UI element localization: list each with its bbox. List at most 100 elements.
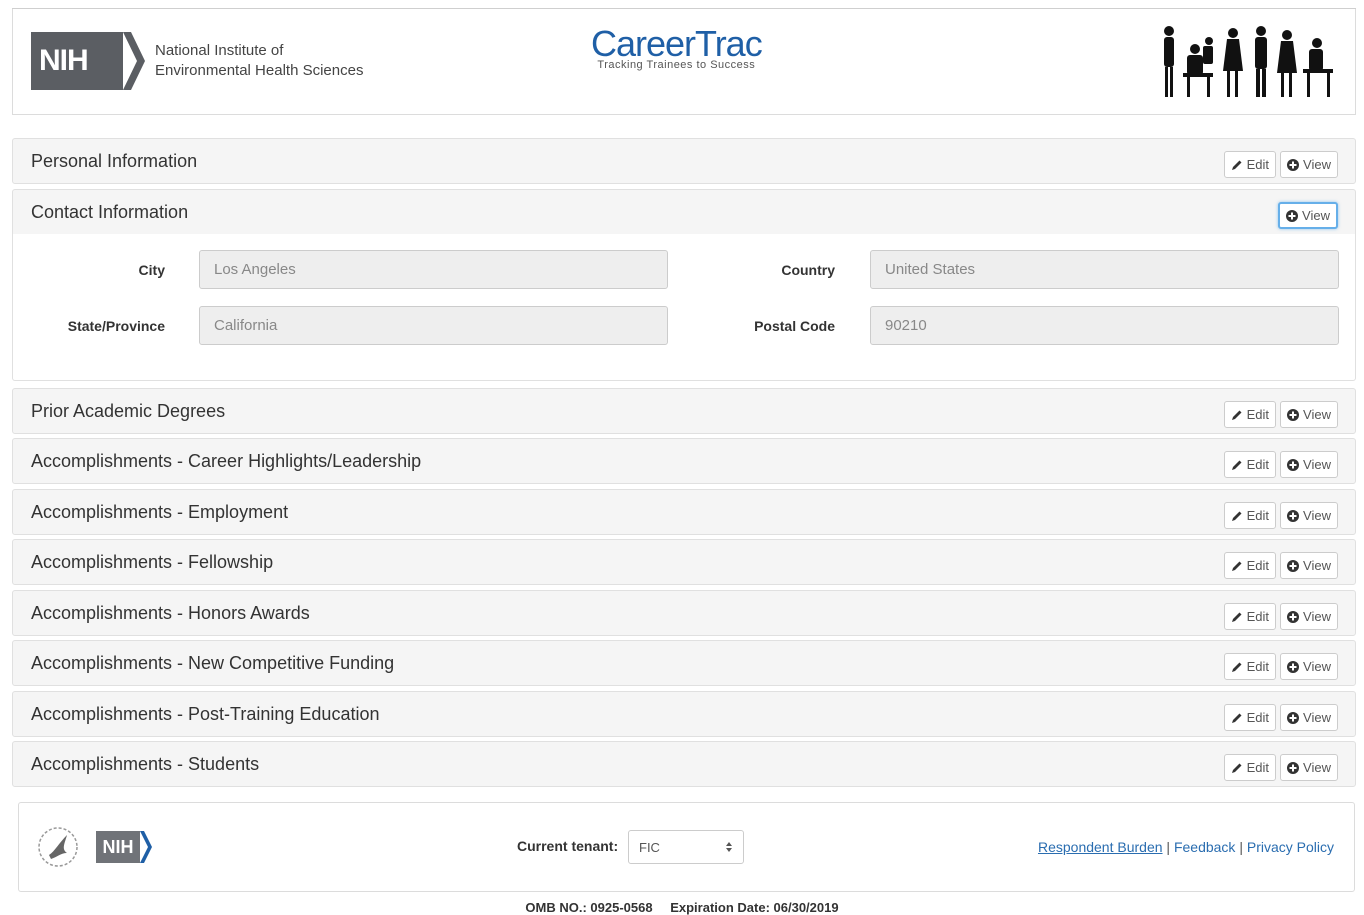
plus-circle-icon bbox=[1287, 408, 1300, 421]
edit-employment-button[interactable]: Edit bbox=[1223, 502, 1277, 529]
view-prior-academic-degrees-button[interactable]: View bbox=[1280, 401, 1338, 428]
view-honors-awards-button[interactable]: View bbox=[1280, 603, 1338, 630]
view-fellowship-button[interactable]: View bbox=[1280, 552, 1338, 579]
view-label: View bbox=[1302, 208, 1330, 223]
city-label: City bbox=[138, 262, 165, 278]
view-label: View bbox=[1303, 760, 1331, 775]
panel-title: Contact Information bbox=[31, 202, 189, 222]
edit-label: Edit bbox=[1246, 659, 1270, 674]
state-province-label: State/Province bbox=[67, 318, 165, 334]
edit-career-highlights-button[interactable]: Edit bbox=[1223, 451, 1277, 478]
pencil-icon bbox=[1231, 763, 1242, 773]
footer-nih-logo[interactable]: NIH bbox=[96, 831, 152, 863]
footer-links: Respondent Burden | Feedback | Privacy P… bbox=[1038, 839, 1334, 855]
panel-honors-awards: Accomplishments - Honors Awards Edit Vie… bbox=[12, 590, 1356, 636]
institute-line2: Environmental Health Sciences bbox=[155, 62, 364, 79]
pencil-icon bbox=[1231, 460, 1242, 470]
panel-title: Accomplishments - Fellowship bbox=[31, 552, 274, 572]
site-header: NIH National Institute of Environmental … bbox=[12, 9, 1356, 115]
pencil-icon bbox=[1231, 612, 1242, 622]
panel-title: Prior Academic Degrees bbox=[31, 401, 226, 421]
panel-title: Accomplishments - Students bbox=[31, 754, 260, 774]
edit-prior-academic-degrees-button[interactable]: Edit bbox=[1223, 401, 1277, 428]
hhs-eagle-icon[interactable] bbox=[37, 825, 79, 869]
plus-circle-icon bbox=[1286, 209, 1299, 222]
edit-honors-awards-button[interactable]: Edit bbox=[1223, 603, 1277, 630]
view-contact-information-button[interactable]: View bbox=[1278, 202, 1338, 229]
panel-prior-academic-degrees: Prior Academic Degrees Edit View bbox=[12, 388, 1356, 434]
edit-label: Edit bbox=[1246, 558, 1270, 573]
view-employment-button[interactable]: View bbox=[1280, 502, 1338, 529]
footer-chevron-icon bbox=[140, 831, 152, 863]
plus-circle-icon bbox=[1287, 559, 1300, 572]
view-career-highlights-button[interactable]: View bbox=[1280, 451, 1338, 478]
view-new-competitive-funding-button[interactable]: View bbox=[1280, 653, 1338, 680]
edit-label: Edit bbox=[1246, 710, 1270, 725]
postal-code-field[interactable]: 90210 bbox=[870, 306, 1339, 345]
institute-name: National Institute of Environmental Heal… bbox=[155, 41, 363, 81]
omb-info: OMB NO.: 0925-0568 Expiration Date: 06/3… bbox=[0, 900, 1364, 915]
view-post-training-education-button[interactable]: View bbox=[1280, 704, 1338, 731]
panel-employment: Accomplishments - Employment Edit View bbox=[12, 489, 1356, 535]
plus-circle-icon bbox=[1287, 509, 1300, 522]
edit-students-button[interactable]: Edit bbox=[1223, 754, 1277, 781]
pencil-icon bbox=[1231, 662, 1242, 672]
edit-post-training-education-button[interactable]: Edit bbox=[1223, 704, 1277, 731]
view-personal-information-button[interactable]: View bbox=[1280, 151, 1338, 178]
respondent-burden-link[interactable]: Respondent Burden bbox=[1038, 839, 1163, 855]
institute-line1: National Institute of bbox=[155, 42, 284, 59]
privacy-policy-link[interactable]: Privacy Policy bbox=[1247, 839, 1334, 855]
nih-logo-badge: NIH bbox=[31, 32, 123, 90]
tenant-select[interactable]: FIC bbox=[628, 830, 744, 864]
careertrac-logo[interactable]: CareerTrac Tracking Trainees to Success bbox=[591, 25, 763, 72]
edit-label: Edit bbox=[1246, 609, 1270, 624]
edit-label: Edit bbox=[1246, 508, 1270, 523]
tenant-selected-value: FIC bbox=[639, 839, 660, 855]
city-field[interactable]: Los Angeles bbox=[199, 250, 668, 289]
panel-personal-information: Personal Information Edit View bbox=[12, 138, 1356, 184]
pencil-icon bbox=[1231, 561, 1242, 571]
edit-fellowship-button[interactable]: Edit bbox=[1223, 552, 1277, 579]
plus-circle-icon bbox=[1287, 610, 1300, 623]
view-label: View bbox=[1303, 609, 1331, 624]
pencil-icon bbox=[1231, 410, 1242, 420]
panel-contact-information: Contact Information View bbox=[12, 189, 1356, 235]
panel-new-competitive-funding: Accomplishments - New Competitive Fundin… bbox=[12, 640, 1356, 686]
postal-code-label: Postal Code bbox=[754, 318, 835, 334]
nih-niehs-logo[interactable]: NIH National Institute of Environmental … bbox=[31, 31, 363, 91]
view-label: View bbox=[1303, 710, 1331, 725]
omb-number: OMB NO.: 0925-0568 bbox=[525, 900, 653, 915]
edit-label: Edit bbox=[1246, 457, 1270, 472]
country-field[interactable]: United States bbox=[870, 250, 1339, 289]
edit-label: Edit bbox=[1246, 157, 1270, 172]
panel-career-highlights: Accomplishments - Career Highlights/Lead… bbox=[12, 438, 1356, 484]
pencil-icon bbox=[1231, 511, 1242, 521]
plus-circle-icon bbox=[1287, 158, 1300, 171]
view-label: View bbox=[1303, 157, 1331, 172]
view-label: View bbox=[1303, 407, 1331, 422]
view-label: View bbox=[1303, 457, 1331, 472]
link-separator: | bbox=[1239, 839, 1243, 855]
panel-title: Accomplishments - Employment bbox=[31, 502, 289, 522]
panel-title: Personal Information bbox=[31, 151, 198, 171]
footer-nih-badge: NIH bbox=[96, 831, 140, 863]
panel-students: Accomplishments - Students Edit View bbox=[12, 741, 1356, 787]
panel-title: Accomplishments - Honors Awards bbox=[31, 603, 310, 623]
edit-personal-information-button[interactable]: Edit bbox=[1223, 151, 1277, 178]
panel-title: Accomplishments - Post-Training Educatio… bbox=[31, 704, 380, 724]
panel-post-training-education: Accomplishments - Post-Training Educatio… bbox=[12, 691, 1356, 737]
plus-circle-icon bbox=[1287, 711, 1300, 724]
view-students-button[interactable]: View bbox=[1280, 754, 1338, 781]
expiration-date: Expiration Date: 06/30/2019 bbox=[670, 900, 839, 915]
view-label: View bbox=[1303, 558, 1331, 573]
app-tagline: Tracking Trainees to Success bbox=[597, 59, 756, 71]
feedback-link[interactable]: Feedback bbox=[1174, 839, 1235, 855]
state-province-field[interactable]: California bbox=[199, 306, 668, 345]
panel-title: Accomplishments - Career Highlights/Lead… bbox=[31, 451, 422, 471]
site-footer: NIH Current tenant: FIC Respondent Burde… bbox=[18, 802, 1355, 892]
plus-circle-icon bbox=[1287, 458, 1300, 471]
view-label: View bbox=[1303, 659, 1331, 674]
edit-new-competitive-funding-button[interactable]: Edit bbox=[1223, 653, 1277, 680]
footer-nih-text: NIH bbox=[102, 836, 134, 857]
trainees-silhouette-icon bbox=[1164, 26, 1333, 97]
